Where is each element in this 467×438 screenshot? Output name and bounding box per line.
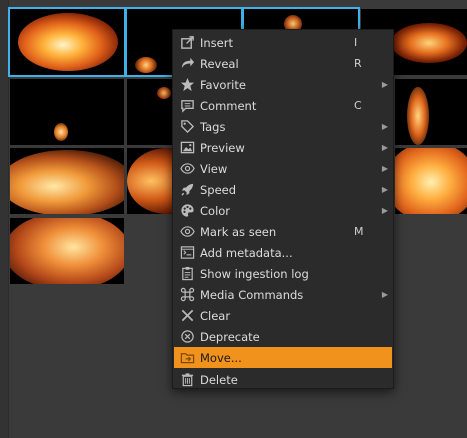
submenu-arrow-icon: ▶ (381, 122, 389, 131)
menu-item-label: Delete (200, 372, 238, 387)
menu-item-label: Color (200, 203, 231, 218)
shortcut-label: M (354, 225, 364, 238)
thumbnail[interactable] (395, 79, 467, 145)
thumbnail[interactable] (10, 79, 124, 145)
menu-item-label: Move... (200, 350, 242, 365)
menu-item-reveal[interactable]: Reveal R (174, 53, 392, 74)
menu-item-label: Speed (200, 182, 237, 197)
submenu-arrow-icon: ▶ (381, 164, 389, 173)
submenu-arrow-icon: ▶ (381, 206, 389, 215)
shortcut-label: C (354, 99, 362, 112)
star-icon (177, 77, 197, 93)
menu-item-speed[interactable]: Speed ▶ (174, 179, 392, 200)
thumbnail[interactable] (8, 7, 126, 77)
menu-item-label: Favorite (200, 77, 246, 92)
submenu-arrow-icon: ▶ (381, 80, 389, 89)
command-icon (177, 287, 197, 303)
shortcut-label: R (354, 57, 362, 70)
menu-item-color[interactable]: Color ▶ (174, 200, 392, 221)
submenu-arrow-icon: ▶ (381, 185, 389, 194)
menu-item-favorite[interactable]: Favorite ▶ (174, 74, 392, 95)
menu-item-label: Deprecate (200, 329, 260, 344)
submenu-arrow-icon: ▶ (381, 290, 389, 299)
menu-item-preview[interactable]: Preview ▶ (174, 137, 392, 158)
submenu-arrow-icon: ▶ (381, 143, 389, 152)
menu-item-deprecate[interactable]: Deprecate (174, 326, 392, 347)
deprecate-icon (177, 329, 197, 345)
menu-item-label: Mark as seen (200, 224, 277, 239)
menu-item-tags[interactable]: Tags ▶ (174, 116, 392, 137)
thumbnail[interactable] (10, 148, 124, 214)
menu-item-comment[interactable]: Comment C (174, 95, 392, 116)
reveal-arrow-icon (177, 56, 197, 72)
menu-item-insert[interactable]: Insert I (174, 32, 392, 53)
menu-item-label: Preview (200, 140, 245, 155)
menu-item-label: Add metadata... (200, 245, 293, 260)
move-icon (177, 350, 197, 366)
eye-icon (177, 224, 197, 240)
menu-item-label: Clear (200, 308, 231, 323)
context-menu: Insert I Reveal R Favorite ▶ Comment C Tags ▶ Prev… (172, 29, 394, 389)
menu-item-move[interactable]: Move... (174, 347, 392, 368)
image-icon (177, 140, 197, 156)
thumbnail[interactable] (395, 148, 467, 214)
trash-icon (177, 372, 197, 388)
menu-item-label: Media Commands (200, 287, 304, 302)
menu-item-clear[interactable]: Clear (174, 305, 392, 326)
tag-icon (177, 119, 197, 135)
menu-item-label: Comment (200, 98, 257, 113)
eye-icon (177, 161, 197, 177)
menu-item-delete[interactable]: Delete (174, 369, 392, 390)
menu-item-label: Insert (200, 35, 233, 50)
thumbnail[interactable] (10, 218, 124, 284)
menu-item-label: View (200, 161, 228, 176)
menu-item-mark-as-seen[interactable]: Mark as seen M (174, 221, 392, 242)
comment-icon (177, 98, 197, 114)
menu-item-label: Show ingestion log (200, 266, 309, 281)
menu-item-media-commands[interactable]: Media Commands ▶ (174, 284, 392, 305)
menu-item-label: Reveal (200, 56, 239, 71)
palette-icon (177, 203, 197, 219)
shortcut-label: I (354, 36, 358, 49)
menu-item-add-metadata[interactable]: Add metadata... (174, 242, 392, 263)
metadata-icon (177, 245, 197, 261)
insert-icon (177, 35, 197, 51)
clipboard-icon (177, 266, 197, 282)
menu-item-show-ingestion-log[interactable]: Show ingestion log (174, 263, 392, 284)
rocket-icon (177, 182, 197, 198)
x-icon (177, 308, 197, 324)
menu-item-view[interactable]: View ▶ (174, 158, 392, 179)
menu-item-label: Tags (200, 119, 226, 134)
